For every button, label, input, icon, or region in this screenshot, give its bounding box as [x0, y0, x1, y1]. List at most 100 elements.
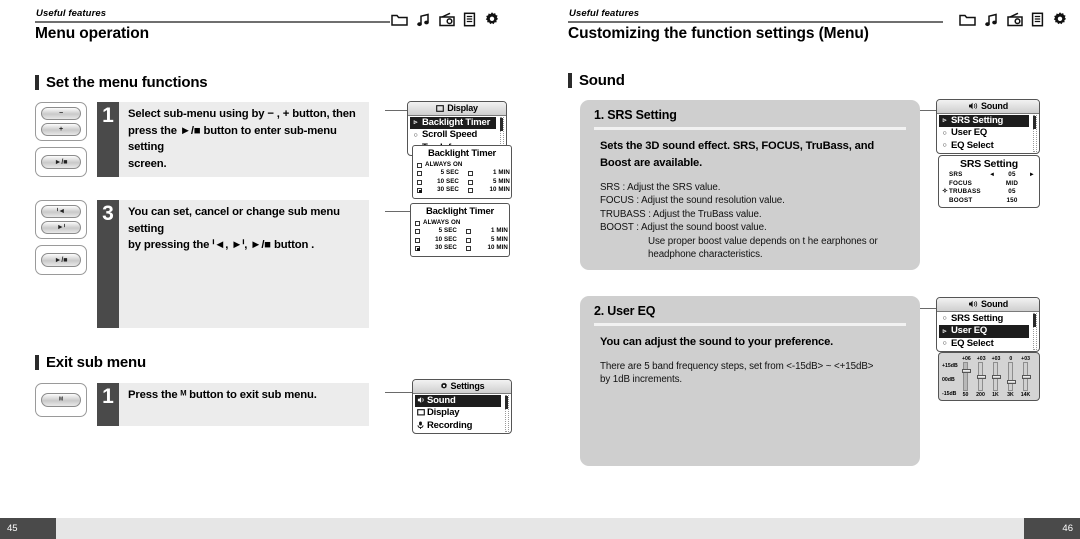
step-1-line-3: screen.	[128, 157, 167, 170]
eq-slider-track-50[interactable]	[961, 362, 971, 391]
popup-1-option-1-min[interactable]: 1 MIN	[468, 169, 510, 177]
popup-1-option-10-sec[interactable]: 10 SEC	[417, 178, 459, 186]
leader-line-step1	[385, 110, 407, 112]
checkbox-icon[interactable]	[468, 171, 473, 177]
eq-slider-track-1k[interactable]	[991, 362, 1001, 391]
folder-icon	[959, 14, 976, 26]
card-user-eq: 2. User EQ You can adjust the sound to y…	[580, 296, 920, 466]
srs-right-arrow-icon[interactable]: ►	[1029, 171, 1035, 180]
display-lcd-row-backlight-timer[interactable]: ▹ Backlight Timer	[410, 116, 496, 129]
display-lcd-row-scroll-speed[interactable]: ○ Scroll Speed	[410, 129, 506, 142]
option-label: 5 SEC	[440, 169, 459, 177]
menu-button[interactable]: ᴹ	[41, 393, 81, 407]
eq-slider-track-14k[interactable]	[1021, 362, 1031, 391]
card-2-lead-line-1: You can adjust the sound to your prefere…	[600, 335, 834, 348]
section-heading-exit-submenu: Exit sub menu	[35, 354, 146, 371]
checkbox-icon[interactable]	[417, 171, 422, 177]
srs-row-focus[interactable]: FOCUS ◄ MID ►	[942, 180, 1035, 189]
exit-step-text: Press the ᴹ button to exit sub menu.	[119, 383, 369, 426]
checkbox-icon[interactable]	[417, 187, 422, 193]
play-stop-button[interactable]: ►/■	[41, 253, 81, 267]
card-1-divider	[594, 127, 906, 130]
srs-row-value: 150	[1006, 196, 1018, 204]
sound-lcd-1-title: Sound	[981, 101, 1008, 111]
popup-2-option-always-on[interactable]: ALWAYS ON	[415, 219, 505, 227]
folder-icon	[391, 14, 408, 26]
checkbox-icon[interactable]	[468, 187, 473, 193]
settings-lcd-row-display[interactable]: Display	[415, 407, 511, 420]
checkbox-icon[interactable]	[415, 245, 420, 251]
popup-2-option-30-sec[interactable]: 30 SEC	[415, 244, 457, 252]
popup-1-option-30-sec[interactable]: 30 SEC	[417, 186, 459, 194]
row-label: Backlight Timer	[422, 116, 491, 128]
eq-slider-knob-3k[interactable]	[1006, 379, 1016, 384]
eq-band-14k[interactable]: 14K	[1018, 362, 1033, 398]
srs-row-boost[interactable]: BOOST ◄ 150 ►	[942, 197, 1035, 206]
checkbox-icon[interactable]	[417, 179, 422, 185]
play-stop-button[interactable]: ►/■	[41, 155, 81, 169]
checkbox-icon[interactable]	[466, 229, 471, 235]
settings-lcd-row-sound[interactable]: Sound	[415, 394, 501, 407]
eq-band-200[interactable]: 200	[973, 362, 988, 398]
popup-1-option-5-min[interactable]: 5 MIN	[468, 178, 510, 186]
settings-lcd-row-recording[interactable]: Recording	[415, 420, 511, 433]
display-icon	[417, 408, 425, 418]
sound-lcd-2-scrollbar[interactable]	[1033, 312, 1037, 350]
popup-2-option-10-sec[interactable]: 10 SEC	[415, 236, 457, 244]
step-1-buttons: − + ►/■	[35, 102, 87, 177]
next-track-button[interactable]: ►ᑊ	[41, 221, 81, 234]
popup-1-option-always-on[interactable]: ALWAYS ON	[417, 161, 507, 169]
popup-1-option-10-min[interactable]: 10 MIN	[468, 186, 510, 194]
eq-band-1k[interactable]: 1K	[988, 362, 1003, 398]
checkbox-icon[interactable]	[415, 229, 420, 235]
play-stop-button-group-1[interactable]: ►/■	[35, 147, 87, 177]
popup-2-option-1-min[interactable]: 1 MIN	[466, 227, 508, 235]
sound-menu-lcd-2: Sound ○ SRS Setting ▹ User EQ ○ EQ Selec…	[936, 297, 1040, 352]
checkbox-icon[interactable]	[415, 237, 420, 243]
srs-row-trubass[interactable]: ✧ TRUBASS ◄ 05 ►	[942, 188, 1035, 197]
sound-lcd-1-row-eq-select[interactable]: ○ EQ Select	[939, 140, 1039, 153]
eq-slider-track-3k[interactable]	[1006, 362, 1016, 391]
card-1-lead-line-1: Sets the 3D sound effect. SRS, FOCUS, Tr…	[600, 139, 875, 152]
card-1-body-indent-1: Use proper boost value depends on t he e…	[648, 235, 878, 247]
plus-button[interactable]: +	[41, 123, 81, 136]
popup-1-option-5-sec[interactable]: 5 SEC	[417, 169, 459, 177]
page-title: Customizing the function settings (Menu)	[568, 25, 869, 42]
option-label: 10 SEC	[437, 177, 459, 185]
popup-2-option-5-min[interactable]: 5 MIN	[466, 236, 508, 244]
header-rule	[35, 21, 390, 23]
row-bullet-icon: ▹	[413, 119, 418, 127]
sound-lcd-2-row-eq-select[interactable]: ○ EQ Select	[939, 338, 1039, 351]
sound-lcd-2-row-srs-setting[interactable]: ○ SRS Setting	[939, 313, 1039, 326]
previous-track-button[interactable]: ᑊ◄	[41, 205, 81, 218]
radio-icon	[1007, 12, 1023, 26]
minus-plus-button-group[interactable]: − +	[35, 102, 87, 141]
srs-row-value: 05	[1008, 171, 1016, 178]
eq-slider-knob-200[interactable]	[976, 375, 986, 380]
header-icon-row	[959, 11, 1068, 27]
minus-button[interactable]: −	[41, 107, 81, 120]
eq-band-3k[interactable]: 3K	[1003, 362, 1018, 398]
checkbox-icon[interactable]	[417, 162, 422, 168]
checkbox-icon[interactable]	[468, 179, 473, 185]
popup-2-option-10-min[interactable]: 10 MIN	[466, 244, 508, 252]
eq-band-50[interactable]: 50	[958, 362, 973, 398]
srs-row-srs[interactable]: SRS ◄ 05 ►	[942, 171, 1035, 180]
checkbox-icon[interactable]	[466, 237, 471, 243]
popup-2-option-5-sec[interactable]: 5 SEC	[415, 227, 457, 235]
menu-button-group[interactable]: ᴹ	[35, 383, 87, 417]
sound-lcd-1-row-srs-setting[interactable]: ▹ SRS Setting	[939, 114, 1029, 127]
sound-lcd-1-row-user-eq[interactable]: ○ User EQ	[939, 127, 1039, 140]
eq-slider-knob-50[interactable]	[961, 368, 971, 373]
sound-lcd-1-scrollbar[interactable]	[1033, 114, 1037, 152]
settings-lcd-scrollbar[interactable]	[505, 394, 509, 432]
sound-lcd-2-row-user-eq[interactable]: ▹ User EQ	[939, 325, 1029, 338]
eq-slider-knob-14k[interactable]	[1021, 375, 1031, 380]
play-stop-button-group-2[interactable]: ►/■	[35, 245, 87, 275]
eq-slider-knob-1k[interactable]	[991, 375, 1001, 380]
prev-next-button-group[interactable]: ᑊ◄ ►ᑊ	[35, 200, 87, 239]
checkbox-icon[interactable]	[466, 245, 471, 251]
eq-slider-bank: 50 200 1K 3K 14K	[958, 362, 1035, 398]
checkbox-icon[interactable]	[415, 220, 420, 226]
eq-slider-track-200[interactable]	[976, 362, 986, 391]
